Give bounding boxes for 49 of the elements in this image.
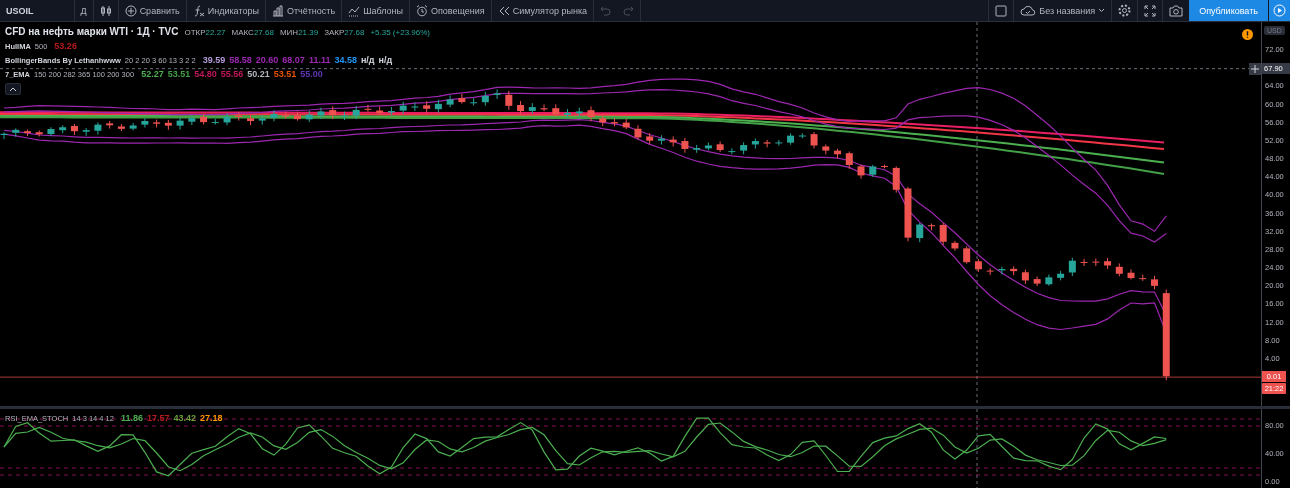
interval-button[interactable]: Д (74, 0, 93, 21)
indicator-value: 53.51 (167, 69, 191, 79)
templates-button[interactable]: Шаблоны (342, 0, 409, 21)
play-button[interactable] (1268, 0, 1290, 21)
indicator-value: 34.58 (334, 55, 357, 65)
function-icon (192, 4, 205, 17)
line-chart-icon (348, 4, 361, 17)
plus-circle-icon (124, 4, 137, 17)
indicator-value: 17.57 (146, 413, 170, 423)
ohlc-value: МИН21.39 (279, 28, 319, 37)
indicator-value: н/д (378, 55, 393, 65)
indicator-value: 11.86 (120, 413, 143, 423)
warning-icon[interactable] (1242, 29, 1253, 40)
cloud-icon (1020, 5, 1037, 16)
ohlc-value: ОТКР22.27 (184, 28, 226, 37)
indicator-value: 58.58 (229, 55, 252, 65)
rewind-icon (497, 4, 510, 17)
collapse-legend-button[interactable] (5, 83, 21, 95)
indicator-value: 50.21 (247, 69, 270, 79)
symbol-title: CFD на нефть марки WTI · 1Д · TVC (5, 26, 179, 37)
indicator-value: 55.56 (220, 69, 244, 79)
ohlc-value: ЗАКР27.68 (324, 28, 365, 37)
alerts-button[interactable]: Оповещения (409, 0, 491, 21)
caret-icon (1098, 8, 1106, 13)
symbol-search[interactable]: USOIL (0, 5, 74, 16)
indicator-value: н/д (360, 55, 375, 65)
add-icon[interactable] (1249, 62, 1261, 75)
alarm-clock-icon (415, 4, 428, 17)
indicator-value: 52.27 (141, 69, 164, 79)
layout-name-button[interactable]: Без названия (1014, 0, 1112, 21)
indicator-value: 55.00 (300, 69, 323, 79)
indicator-value: 20.60 (255, 55, 279, 65)
indicator-value: 53.51 (273, 69, 297, 79)
price-change: +5.35 (+23.96%) (370, 28, 430, 37)
bar-chart-icon (271, 4, 284, 17)
chevron-up-icon (9, 86, 17, 92)
indicator-value: 54.80 (194, 69, 217, 79)
replay-button[interactable]: Симулятор рынка (491, 0, 594, 21)
indicator-value: 43.42 (173, 413, 197, 423)
ohlc-value: МАКС27.68 (231, 28, 274, 37)
reports-button[interactable]: Отчётность (265, 0, 342, 21)
indicator-value: 68.07 (282, 55, 305, 65)
publish-button[interactable]: Опубликовать (1189, 0, 1268, 21)
indicator-value: 27.18 (200, 413, 223, 423)
indicator-value: 53.26 (54, 41, 77, 51)
indicator-value: 39.59 (202, 55, 226, 65)
indicators-button[interactable]: Индикаторы (186, 0, 265, 21)
compare-button[interactable]: Сравнить (118, 0, 186, 21)
indicator-value: 11.11 (308, 55, 331, 65)
